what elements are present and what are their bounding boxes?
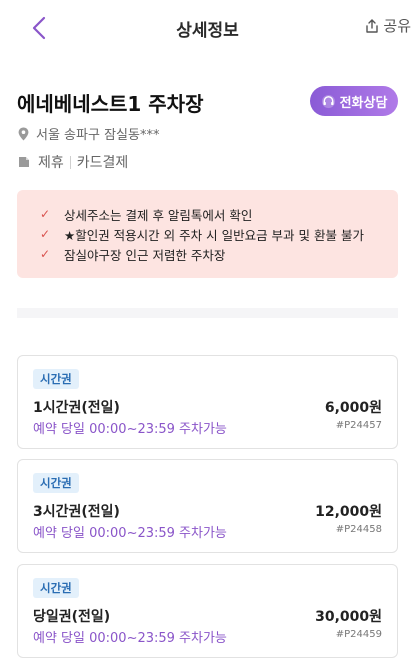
tag-divider xyxy=(69,155,71,169)
notice-box: ✓ 상세주소는 결제 후 알림톡에서 확인 ✓ ★할인권 적용시간 외 주차 시… xyxy=(17,190,398,278)
parking-lot-name: 에네베네스트1 주차장 xyxy=(17,92,204,116)
ticket-code: #P24457 xyxy=(335,420,382,431)
ticket-name: 당일권(전일) xyxy=(33,609,111,625)
call-consult-button[interactable]: 전화상담 xyxy=(310,86,398,116)
notice-text: ★할인권 적용시간 외 주차 시 일반요금 부과 및 환불 불가 xyxy=(64,227,364,243)
section-divider xyxy=(17,308,398,318)
check-icon: ✓ xyxy=(40,247,51,261)
location-pin-icon xyxy=(18,127,29,140)
top-bar: 상세정보 공유 xyxy=(0,0,415,56)
ticket-card[interactable]: 시간권 1시간권(전일) 6,000원 예약 당일 00:00~23:59 주차… xyxy=(17,355,398,449)
ticket-price: 30,000원 xyxy=(315,609,382,625)
ticket-card[interactable]: 시간권 3시간권(전일) 12,000원 예약 당일 00:00~23:59 주… xyxy=(17,459,398,553)
ticket-name: 1시간권(전일) xyxy=(33,400,120,416)
ticket-name: 3시간권(전일) xyxy=(33,504,120,520)
call-consult-label: 전화상담 xyxy=(339,95,388,111)
check-icon: ✓ xyxy=(40,207,51,221)
ticket-time: 예약 당일 00:00~23:59 주차가능 xyxy=(33,526,227,541)
notice-item: ✓ ★할인권 적용시간 외 주차 시 일반요금 부과 및 환불 불가 xyxy=(40,224,398,244)
ticket-time: 예약 당일 00:00~23:59 주차가능 xyxy=(33,631,227,646)
notice-item: ✓ 잠실야구장 인근 저렴한 주차장 xyxy=(40,244,398,264)
ticket-code: #P24459 xyxy=(335,629,382,640)
tag-row: 제휴 카드결제 xyxy=(18,152,128,172)
notice-prefix: 상세 xyxy=(64,207,88,223)
ticket-price: 6,000원 xyxy=(324,400,382,416)
ticket-price: 12,000원 xyxy=(315,504,382,520)
ticket-badge: 시간권 xyxy=(33,473,79,493)
tag-partner: 제휴 xyxy=(38,155,64,171)
ticket-badge: 시간권 xyxy=(33,369,79,389)
share-label: 공유 xyxy=(383,17,411,35)
page-title: 상세정보 xyxy=(176,21,239,41)
address-text: 서울 송파구 잠실동*** xyxy=(36,128,160,143)
share-button[interactable]: 공유 xyxy=(364,15,411,36)
notice-text: 잠실야구장 인근 저렴한 주차장 xyxy=(64,247,226,263)
ticket-time: 예약 당일 00:00~23:59 주차가능 xyxy=(33,422,227,437)
notice-text: 상세주소는 결제 후 알림톡에서 확인 xyxy=(64,207,253,223)
headset-icon xyxy=(321,94,335,108)
tag-icon xyxy=(19,157,29,167)
ticket-badge: 시간권 xyxy=(33,578,79,598)
ticket-card[interactable]: 시간권 당일권(전일) 30,000원 예약 당일 00:00~23:59 주차… xyxy=(17,564,398,658)
notice-item: ✓ 상세주소는 결제 후 알림톡에서 확인 xyxy=(40,204,398,224)
share-icon xyxy=(366,18,379,33)
tag-card-payment: 카드결제 xyxy=(76,155,129,171)
address-row: 서울 송파구 잠실동*** xyxy=(18,124,159,143)
check-icon: ✓ xyxy=(40,227,51,241)
ticket-code: #P24458 xyxy=(335,524,382,535)
